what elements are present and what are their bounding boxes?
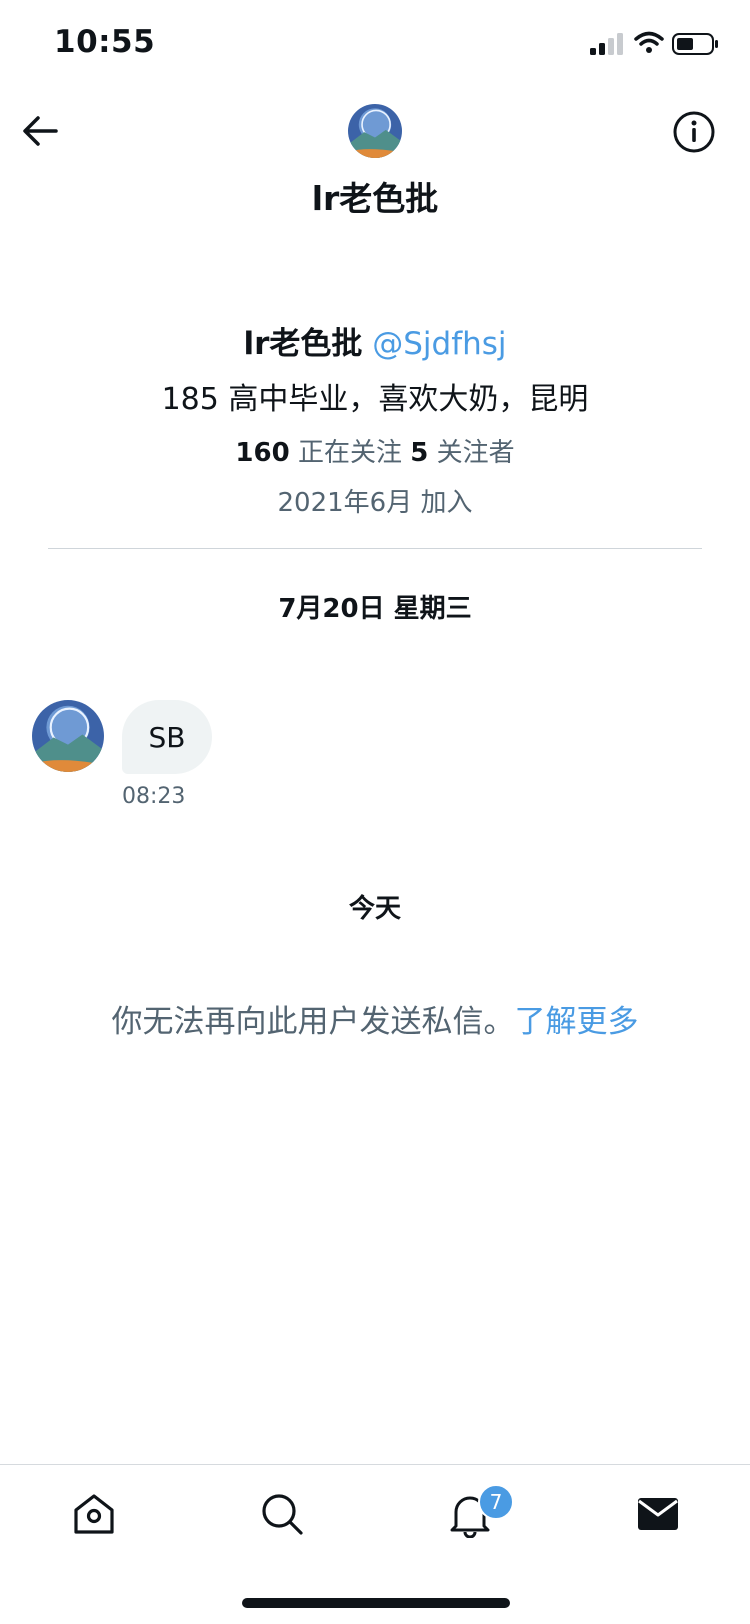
home-icon	[74, 1494, 114, 1534]
nav-search[interactable]	[258, 1490, 306, 1538]
today-separator: 今天	[348, 894, 401, 924]
profile-handle: @Sjdfhsj	[372, 326, 507, 362]
date-separator: 7月20日 星期三	[278, 594, 472, 624]
cellular-signal-icon	[590, 33, 623, 55]
followers-count: 5	[410, 438, 429, 468]
message-time: 08:23	[122, 784, 186, 809]
battery-icon	[672, 33, 718, 55]
wifi-icon	[634, 31, 664, 53]
profile-name-line[interactable]: lr老色批 @Sjdfhsj	[0, 318, 750, 363]
mail-icon	[638, 1498, 678, 1530]
following-count: 160	[235, 438, 290, 468]
arrow-left-icon	[23, 116, 58, 146]
header-avatar[interactable]	[348, 104, 402, 158]
profile-stats: 160 正在关注 5 关注者	[0, 432, 750, 469]
header-title: lr老色批	[311, 179, 439, 218]
notification-badge: 7	[478, 1484, 514, 1520]
info-button[interactable]	[672, 110, 716, 154]
message-bubble[interactable]: SB	[122, 700, 212, 774]
nav-messages[interactable]	[634, 1490, 682, 1538]
followers-label: 关注者	[436, 438, 515, 468]
divider	[48, 548, 702, 549]
nav-home[interactable]	[70, 1490, 118, 1538]
message-text: SB	[148, 720, 186, 754]
home-indicator[interactable]	[242, 1598, 510, 1608]
blocked-notice: 你无法再向此用户发送私信。了解更多	[0, 996, 750, 1041]
search-icon	[262, 1494, 303, 1535]
joined-date: 2021年6月 加入	[277, 488, 473, 518]
learn-more-link[interactable]: 了解更多	[515, 1004, 639, 1040]
following-label: 正在关注	[297, 438, 402, 468]
nav-divider	[0, 1464, 750, 1465]
profile-name: lr老色批	[243, 326, 363, 362]
notice-text: 你无法再向此用户发送私信。	[111, 1004, 515, 1040]
info-circle-icon	[673, 111, 715, 153]
back-button[interactable]	[20, 110, 62, 152]
profile-bio: 185 高中毕业，喜欢大奶，昆明	[161, 382, 589, 417]
status-time: 10:55	[54, 24, 156, 60]
message-avatar[interactable]	[32, 700, 104, 772]
